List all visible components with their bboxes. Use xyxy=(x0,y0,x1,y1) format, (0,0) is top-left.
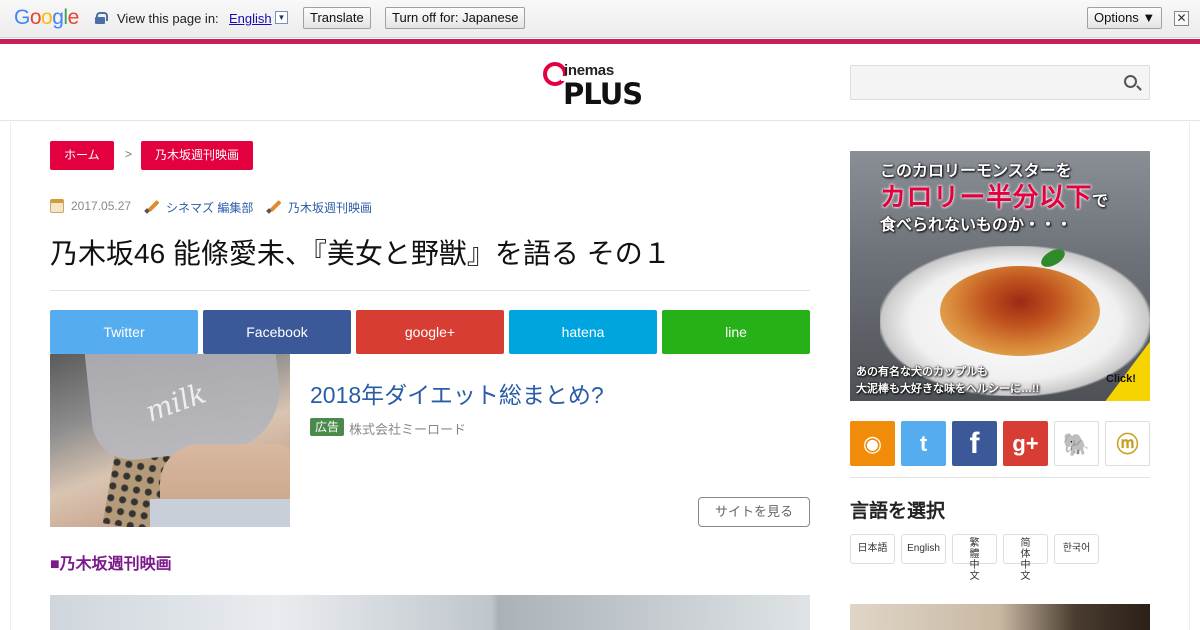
lock-icon xyxy=(95,12,108,24)
language-select[interactable]: English xyxy=(229,11,272,26)
pencil-icon xyxy=(145,198,160,213)
section-heading: ■乃木坂週刊映画 xyxy=(50,556,172,573)
article-date: 2017.05.27 xyxy=(71,199,132,213)
banner-line2-suffix: で xyxy=(1092,193,1109,210)
divider xyxy=(850,477,1150,478)
language-traditional-chinese-button[interactable]: 繁體中文 xyxy=(952,534,997,582)
banner-bottom1: あの有名な犬のカップルも xyxy=(856,366,988,378)
logo-text-bottom: PLUS xyxy=(563,77,643,111)
share-twitter-button[interactable]: Twitter xyxy=(50,310,198,354)
share-hatena-button[interactable]: hatena xyxy=(509,310,657,354)
rss-icon[interactable]: ◉ xyxy=(850,421,895,466)
banner-bottom2: 大泥棒も大好きな味をヘルシーに…!! xyxy=(856,383,1040,395)
facebook-icon[interactable]: f xyxy=(952,421,997,466)
search-box xyxy=(850,65,1150,100)
language-japanese-button[interactable]: 日本語 xyxy=(850,534,895,564)
ad-image-detail xyxy=(150,499,290,527)
language-english-button[interactable]: English xyxy=(901,534,946,564)
share-googleplus-button[interactable]: google+ xyxy=(356,310,504,354)
ad-image[interactable]: milk xyxy=(50,354,290,527)
search-input[interactable] xyxy=(851,66,1111,99)
calendar-icon xyxy=(50,199,64,213)
breadcrumb-category[interactable]: 乃木坂週刊映画 xyxy=(141,141,254,170)
breadcrumb-home[interactable]: ホーム xyxy=(50,141,114,170)
sidebar-photo[interactable] xyxy=(850,604,1150,630)
chevron-down-icon[interactable]: ▼ xyxy=(275,11,288,24)
turn-off-button[interactable]: Turn off for: Japanese xyxy=(385,7,526,29)
evernote-icon[interactable]: 🐘 xyxy=(1054,421,1099,466)
ad-title-link[interactable]: 2018年ダイエット総まとめ? xyxy=(310,376,604,410)
ad-sponsor: 株式会社ミーロード xyxy=(349,422,467,437)
divider xyxy=(50,290,810,291)
language-simplified-chinese-button[interactable]: 简体中文 xyxy=(1003,534,1048,582)
banner-pasta-image xyxy=(940,266,1100,356)
search-icon[interactable] xyxy=(1124,75,1137,88)
ad-badge: 広告 xyxy=(310,418,344,436)
mixi-icon[interactable]: ⓜ xyxy=(1105,421,1150,466)
banner-line2-main: カロリー半分以下 xyxy=(880,182,1093,212)
options-button[interactable]: Options ▼ xyxy=(1087,7,1163,29)
breadcrumb-separator: > xyxy=(125,147,133,161)
page-title: 乃木坂46 能條愛未、『美女と野獣』を語る その１ xyxy=(50,238,671,269)
article-tag[interactable]: 乃木坂週刊映画 xyxy=(288,199,372,216)
translate-button[interactable]: Translate xyxy=(303,7,371,29)
banner-line3: 食べられないものか・・・ xyxy=(880,217,1073,234)
banner-line2: カロリー半分以下で xyxy=(880,177,1109,214)
close-icon[interactable]: ✕ xyxy=(1174,11,1189,26)
twitter-icon[interactable]: t xyxy=(901,421,946,466)
article-photo xyxy=(50,595,810,630)
googleplus-icon[interactable]: g+ xyxy=(1003,421,1048,466)
share-facebook-button[interactable]: Facebook xyxy=(203,310,351,354)
pencil-icon xyxy=(267,198,282,213)
google-logo: Google xyxy=(14,6,79,29)
language-heading: 言語を選択 xyxy=(850,501,946,522)
view-page-label: View this page in: xyxy=(117,11,219,26)
share-line-button[interactable]: line xyxy=(662,310,810,354)
article-author[interactable]: シネマズ 編集部 xyxy=(166,199,253,216)
visit-site-button[interactable]: サイトを見る xyxy=(698,497,810,527)
language-korean-button[interactable]: 한국어 xyxy=(1054,534,1099,564)
sidebar-banner-ad[interactable]: このカロリーモンスターを カロリー半分以下で 食べられないものか・・・ あの有名… xyxy=(850,151,1150,401)
site-logo[interactable]: inemas PLUS xyxy=(543,60,643,111)
banner-click-label[interactable]: Click! xyxy=(1106,373,1136,385)
translate-bar: Google View this page in: English ▼ Tran… xyxy=(0,0,1200,38)
site-header: inemas PLUS xyxy=(0,44,1200,121)
